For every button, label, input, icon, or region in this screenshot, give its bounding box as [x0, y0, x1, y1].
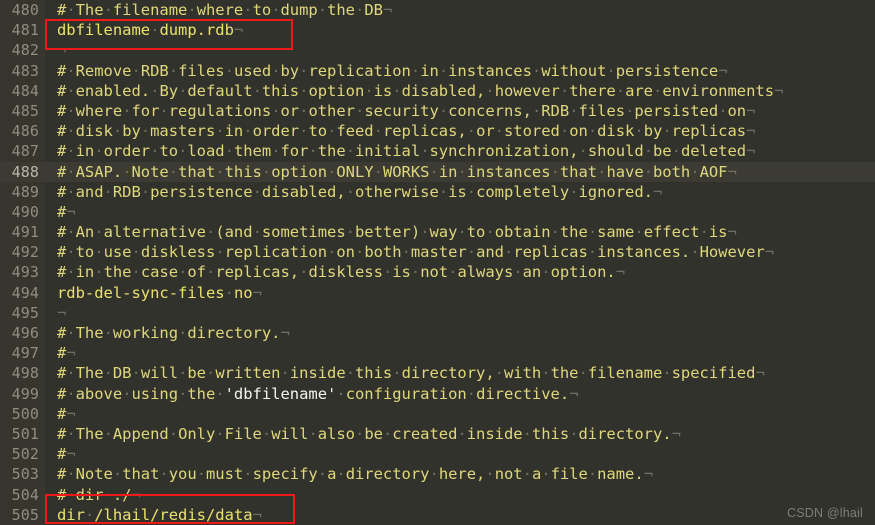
code-line[interactable]: 481 dbfilename·dump.rdb¬ — [0, 20, 875, 40]
code-text[interactable]: ¬ — [45, 303, 875, 323]
code-line[interactable]: 498 #·The·DB·will·be·written·inside·this·… — [0, 363, 875, 383]
code-text[interactable]: dir·/lhail/redis/data¬ — [45, 505, 875, 525]
line-number: 483 — [11, 61, 39, 80]
line-number: 498 — [11, 364, 39, 383]
code-line[interactable]: 488 #·ASAP.·Note·that·this·option·ONLY·WO… — [0, 161, 875, 182]
code-text[interactable]: #·dir·./¬ — [45, 485, 875, 505]
line-number: 492 — [11, 243, 39, 262]
code-line[interactable]: 486 #·disk·by·masters·in·order·to·feed·re… — [0, 121, 875, 141]
line-number: 488 — [11, 162, 39, 181]
code-text[interactable]: #·disk·by·masters·in·order·to·feed·repli… — [45, 121, 875, 141]
code-line[interactable]: 482 ¬ — [0, 40, 875, 60]
text-editor-window[interactable]: 480 #·The·filename·where·to·dump·the·DB¬ 4… — [0, 0, 875, 525]
code-line[interactable]: 503 #·Note·that·you·must·specify·a·direct… — [0, 464, 875, 484]
code-line[interactable]: 497 #¬ — [0, 343, 875, 363]
code-text[interactable]: #·in·the·case·of·replicas,·diskless·is·n… — [45, 262, 875, 282]
line-number: 503 — [11, 465, 39, 484]
code-text[interactable]: #·Remove·RDB·files·used·by·replication·i… — [45, 61, 875, 81]
code-text[interactable]: dbfilename·dump.rdb¬ — [45, 20, 875, 40]
code-text[interactable]: #¬ — [45, 202, 875, 222]
line-number: 484 — [11, 81, 39, 100]
code-lines-container[interactable]: 480 #·The·filename·where·to·dump·the·DB¬ 4… — [0, 0, 875, 525]
code-text[interactable]: #·ASAP.·Note·that·this·option·ONLY·WORKS… — [45, 162, 875, 182]
line-number: 494 — [11, 283, 39, 302]
code-text[interactable]: rdb-del-sync-files·no¬ — [45, 283, 875, 303]
code-text[interactable]: ¬ — [45, 40, 875, 60]
line-number: 499 — [11, 384, 39, 403]
line-number: 486 — [11, 122, 39, 141]
line-number: 496 — [11, 324, 39, 342]
code-line[interactable]: 500 #¬ — [0, 404, 875, 424]
code-text[interactable]: #·in·order·to·load·them·for·the·initial·… — [45, 141, 875, 161]
code-text[interactable]: #¬ — [45, 444, 875, 464]
code-text[interactable]: #·The·DB·will·be·written·inside·this·dir… — [45, 363, 875, 383]
line-number: 481 — [11, 21, 39, 40]
code-text[interactable]: #¬ — [45, 343, 875, 363]
code-text[interactable]: #·and·RDB·persistence·disabled,·otherwis… — [45, 182, 875, 202]
line-number: 482 — [11, 41, 39, 60]
code-text[interactable]: #¬ — [45, 404, 875, 424]
code-line[interactable]: 502 #¬ — [0, 444, 875, 464]
line-number: 502 — [11, 445, 39, 464]
code-line[interactable]: 501 #·The·Append·Only·File·will·also·be·c… — [0, 424, 875, 444]
code-line[interactable]: 494 rdb-del-sync-files·no¬ — [0, 283, 875, 303]
line-number: 489 — [11, 182, 39, 201]
line-number: 480 — [11, 1, 39, 19]
code-line[interactable]: 489 #·and·RDB·persistence·disabled,·other… — [0, 182, 875, 202]
line-number: 504 — [11, 485, 39, 504]
line-number: 490 — [11, 202, 39, 221]
code-text[interactable]: #·The·filename·where·to·dump·the·DB¬ — [45, 0, 875, 20]
line-number: 501 — [11, 424, 39, 443]
code-text[interactable]: #·The·Append·Only·File·will·also·be·crea… — [45, 424, 875, 444]
line-number: 500 — [11, 404, 39, 423]
code-line[interactable]: 487 #·in·order·to·load·them·for·the·initi… — [0, 141, 875, 161]
code-text[interactable]: #·to·use·diskless·replication·on·both·ma… — [45, 242, 875, 262]
code-line[interactable]: 492 #·to·use·diskless·replication·on·both… — [0, 242, 875, 262]
line-number: 491 — [11, 223, 39, 242]
code-line[interactable]: 495 ¬ — [0, 303, 875, 323]
code-line[interactable]: 484 #·enabled.·By·default·this·option·is·… — [0, 81, 875, 101]
code-line[interactable]: 491 #·An·alternative·(and·sometimes·bette… — [0, 222, 875, 242]
code-line[interactable]: 490 #¬ — [0, 202, 875, 222]
line-number: 497 — [11, 344, 39, 363]
line-number: 485 — [11, 101, 39, 120]
code-text[interactable]: #·An·alternative·(and·sometimes·better)·… — [45, 222, 875, 242]
code-line[interactable]: 493 #·in·the·case·of·replicas,·diskless·i… — [0, 262, 875, 282]
code-line[interactable]: 485 #·where·for·regulations·or·other·secu… — [0, 101, 875, 121]
code-line[interactable]: 480 #·The·filename·where·to·dump·the·DB¬ — [0, 0, 875, 20]
code-text[interactable]: #·enabled.·By·default·this·option·is·dis… — [45, 81, 875, 101]
code-line[interactable]: 505 dir·/lhail/redis/data¬ — [0, 505, 875, 525]
code-text[interactable]: #·above·using·the·'dbfilename'·configura… — [45, 384, 875, 404]
code-line[interactable]: 499 #·above·using·the·'dbfilename'·config… — [0, 384, 875, 404]
code-line[interactable]: 483 #·Remove·RDB·files·used·by·replicatio… — [0, 61, 875, 81]
code-line[interactable]: 496 #·The·working·directory.¬ — [0, 323, 875, 343]
code-text[interactable]: #·Note·that·you·must·specify·a·directory… — [45, 464, 875, 484]
line-number: 487 — [11, 142, 39, 161]
watermark-label: CSDN @lhail — [786, 506, 863, 520]
code-text[interactable]: #·where·for·regulations·or·other·securit… — [45, 101, 875, 121]
code-line[interactable]: 504 #·dir·./¬ — [0, 485, 875, 505]
line-number: 505 — [11, 505, 39, 524]
line-number: 495 — [11, 303, 39, 322]
line-number: 493 — [11, 263, 39, 282]
code-text[interactable]: #·The·working·directory.¬ — [45, 323, 875, 343]
